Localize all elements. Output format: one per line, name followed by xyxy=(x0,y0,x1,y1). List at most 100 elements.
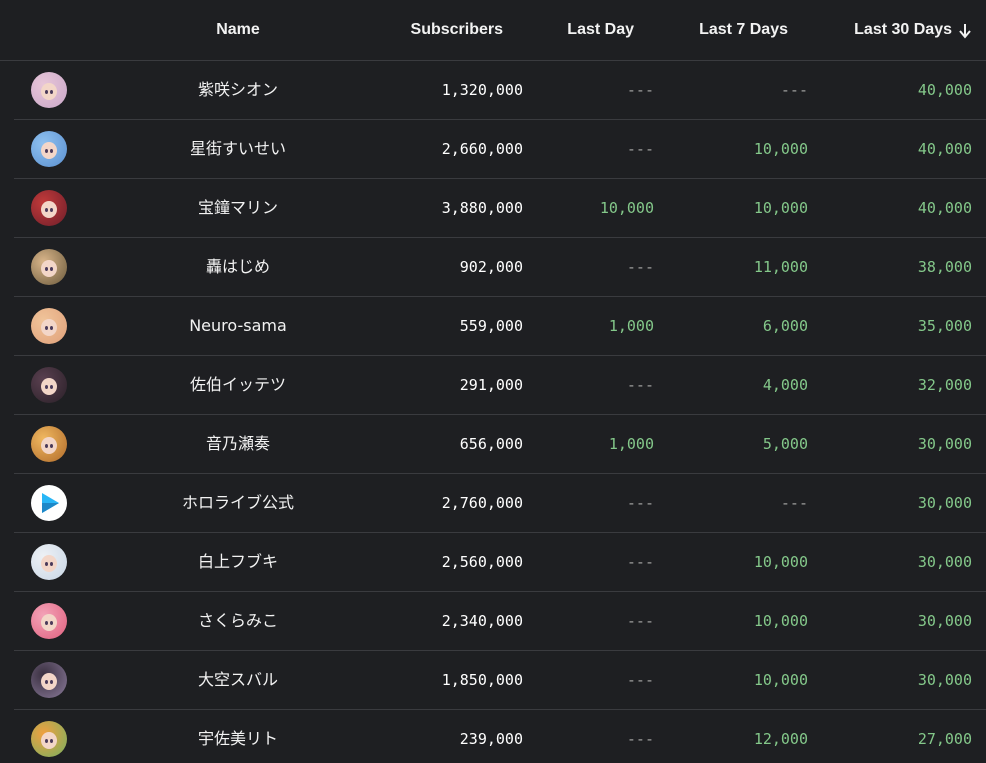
last-30-days-change: 40,000 xyxy=(917,81,972,99)
avatar[interactable] xyxy=(31,603,67,639)
table-row[interactable]: 大空スバル 1,850,000 --- 10,000 30,000 xyxy=(14,651,986,710)
channel-name[interactable]: Neuro-sama xyxy=(189,297,287,355)
table-row[interactable]: Neuro-sama 559,000 1,000 6,000 35,000 xyxy=(14,297,986,356)
avatar-eye xyxy=(45,739,48,743)
last-7-days-change: 10,000 xyxy=(753,553,808,571)
avatar-eye xyxy=(50,90,53,94)
table-row[interactable]: 轟はじめ 902,000 --- 11,000 38,000 xyxy=(14,238,986,297)
avatar-eye xyxy=(50,739,53,743)
avatar-face xyxy=(41,319,57,336)
table-row[interactable]: 宇佐美リト 239,000 --- 12,000 27,000 xyxy=(14,710,986,763)
avatar-eye xyxy=(50,562,53,566)
subscriber-count: 2,660,000 xyxy=(441,140,523,158)
avatar[interactable] xyxy=(31,190,67,226)
last-day-change: --- xyxy=(626,376,654,394)
table-row[interactable]: 宝鐘マリン 3,880,000 10,000 10,000 40,000 xyxy=(14,179,986,238)
last-7-days-change: 11,000 xyxy=(753,258,808,276)
avatar-eye xyxy=(45,680,48,684)
channel-name[interactable]: 白上フブキ xyxy=(198,533,278,591)
last-30-days-change: 40,000 xyxy=(917,140,972,158)
subscriber-count: 291,000 xyxy=(459,376,523,394)
avatar-face xyxy=(41,555,57,572)
avatar-face xyxy=(41,378,57,395)
subscriber-count: 2,560,000 xyxy=(441,553,523,571)
last-30-days-change: 38,000 xyxy=(917,258,972,276)
last-day-change: --- xyxy=(626,730,654,748)
column-header-last-7-days[interactable]: Last 7 Days xyxy=(699,0,788,60)
table-row[interactable]: ホロライブ公式 2,760,000 --- --- 30,000 xyxy=(14,474,986,533)
avatar[interactable] xyxy=(31,662,67,698)
channel-name[interactable]: ホロライブ公式 xyxy=(182,474,294,532)
table-body: 紫咲シオン 1,320,000 --- --- 40,000 星街すいせい 2,660,00… xyxy=(14,61,986,763)
avatar[interactable] xyxy=(31,367,67,403)
subscriber-count: 656,000 xyxy=(459,435,523,453)
avatar-face xyxy=(41,201,57,218)
avatar[interactable] xyxy=(31,72,67,108)
avatar[interactable] xyxy=(31,308,67,344)
avatar[interactable] xyxy=(31,131,67,167)
table-row[interactable]: 音乃瀬奏 656,000 1,000 5,000 30,000 xyxy=(14,415,986,474)
last-day-change: --- xyxy=(626,140,654,158)
subscriber-count: 2,340,000 xyxy=(441,612,523,630)
subscriber-count: 3,880,000 xyxy=(441,199,523,217)
column-header-name[interactable]: Name xyxy=(216,0,260,60)
last-7-days-change: 10,000 xyxy=(753,612,808,630)
last-7-days-change: 10,000 xyxy=(753,140,808,158)
avatar-eye xyxy=(45,444,48,448)
last-30-days-change: 32,000 xyxy=(917,376,972,394)
avatar-face xyxy=(41,142,57,159)
last-day-change: --- xyxy=(626,494,654,512)
avatar-eye xyxy=(50,326,53,330)
avatar-face xyxy=(41,732,57,749)
avatar[interactable] xyxy=(31,485,67,521)
column-header-subscribers[interactable]: Subscribers xyxy=(411,0,503,60)
table-row[interactable]: 佐伯イッテツ 291,000 --- 4,000 32,000 xyxy=(14,356,986,415)
avatar-eye xyxy=(45,562,48,566)
last-30-days-change: 27,000 xyxy=(917,730,972,748)
avatar-eye xyxy=(50,621,53,625)
avatar-eye xyxy=(50,149,53,153)
last-day-change: --- xyxy=(626,671,654,689)
channel-name[interactable]: 宇佐美リト xyxy=(198,710,278,763)
channel-name[interactable]: 紫咲シオン xyxy=(198,61,278,119)
column-header-last-30-days[interactable]: Last 30 Days xyxy=(854,0,952,60)
last-7-days-change: --- xyxy=(780,81,808,99)
avatar-eye xyxy=(50,385,53,389)
channel-name[interactable]: さくらみこ xyxy=(198,592,278,650)
channel-name[interactable]: 轟はじめ xyxy=(206,238,270,296)
subscriber-count: 1,850,000 xyxy=(441,671,523,689)
avatar[interactable] xyxy=(31,426,67,462)
arrow-down-icon[interactable] xyxy=(958,23,972,39)
avatar-eye xyxy=(50,267,53,271)
channel-name[interactable]: 星街すいせい xyxy=(190,120,286,178)
last-30-days-change: 30,000 xyxy=(917,553,972,571)
avatar-eye xyxy=(50,444,53,448)
last-day-change: --- xyxy=(626,612,654,630)
avatar[interactable] xyxy=(31,249,67,285)
avatar[interactable] xyxy=(31,544,67,580)
avatar-face xyxy=(41,83,57,100)
last-7-days-change: 6,000 xyxy=(762,317,808,335)
avatar-eye xyxy=(50,208,53,212)
channel-name[interactable]: 大空スバル xyxy=(198,651,278,709)
subscriber-ranking-table: Name Subscribers Last Day Last 7 Days La… xyxy=(0,0,986,763)
avatar[interactable] xyxy=(31,721,67,757)
avatar-eye xyxy=(45,326,48,330)
avatar-face xyxy=(41,614,57,631)
table-row[interactable]: 星街すいせい 2,660,000 --- 10,000 40,000 xyxy=(14,120,986,179)
column-header-last-day[interactable]: Last Day xyxy=(567,0,634,60)
last-30-days-change: 35,000 xyxy=(917,317,972,335)
avatar-face xyxy=(41,260,57,277)
last-day-change: 1,000 xyxy=(608,317,654,335)
table-row[interactable]: 紫咲シオン 1,320,000 --- --- 40,000 xyxy=(14,61,986,120)
channel-name[interactable]: 宝鐘マリン xyxy=(198,179,278,237)
channel-name[interactable]: 音乃瀬奏 xyxy=(206,415,270,473)
subscriber-count: 559,000 xyxy=(459,317,523,335)
avatar-face xyxy=(41,437,57,454)
last-7-days-change: 12,000 xyxy=(753,730,808,748)
avatar-eye xyxy=(45,208,48,212)
table-row[interactable]: 白上フブキ 2,560,000 --- 10,000 30,000 xyxy=(14,533,986,592)
subscriber-count: 1,320,000 xyxy=(441,81,523,99)
channel-name[interactable]: 佐伯イッテツ xyxy=(190,356,286,414)
table-row[interactable]: さくらみこ 2,340,000 --- 10,000 30,000 xyxy=(14,592,986,651)
